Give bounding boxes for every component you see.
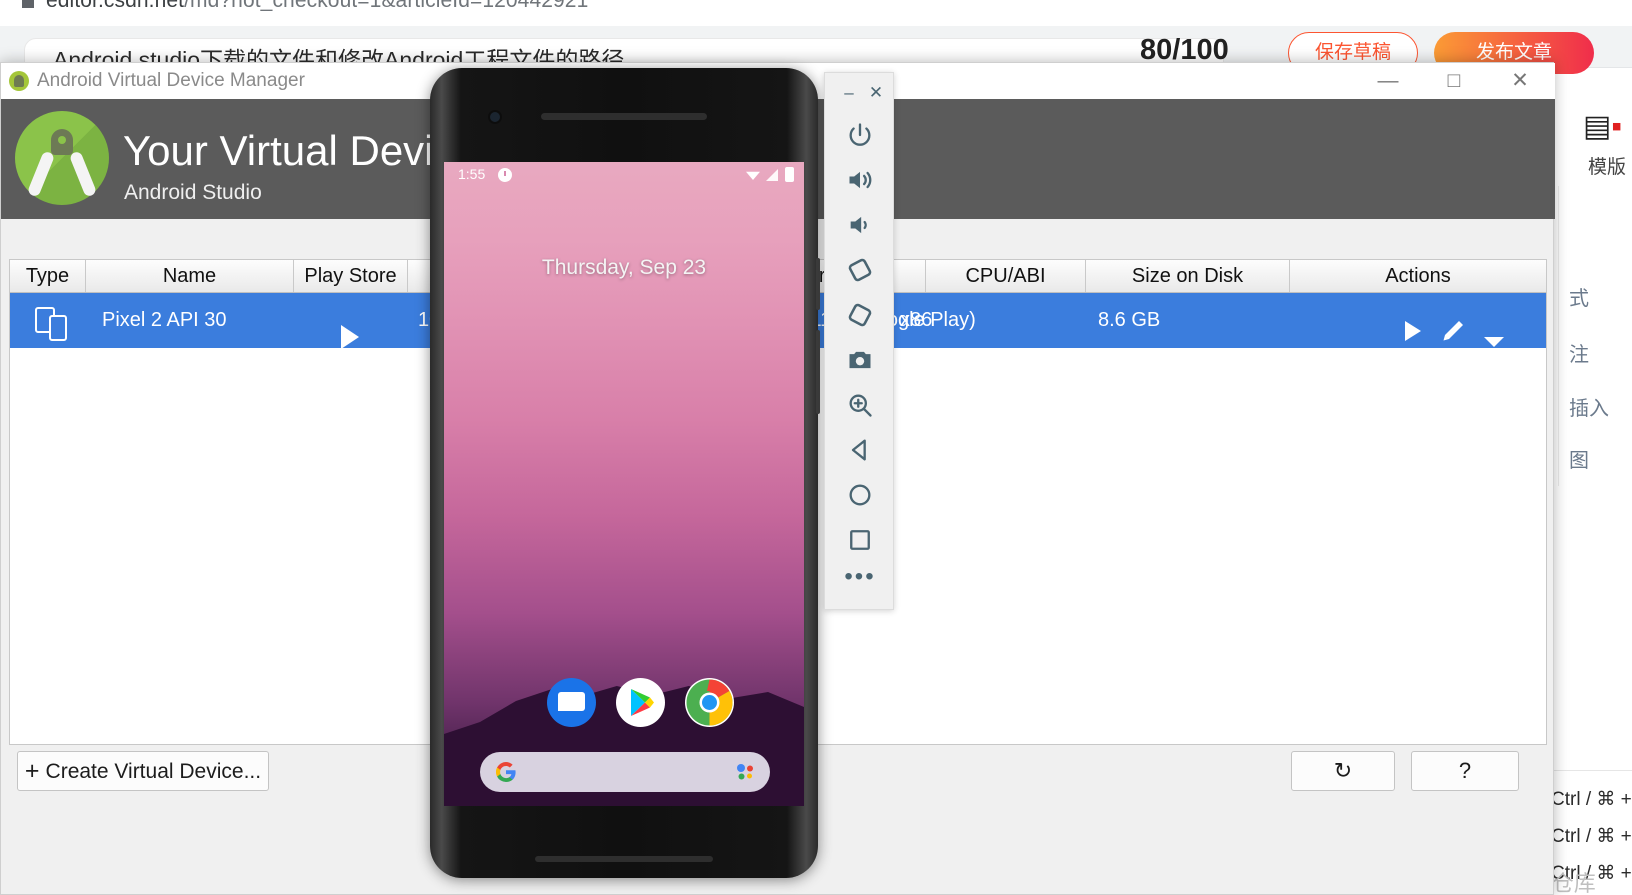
- rotate-left-button[interactable]: [835, 246, 885, 291]
- avd-window-title: Android Virtual Device Manager: [37, 70, 305, 91]
- play-store-icon: [294, 309, 408, 364]
- minimize-icon: —: [1377, 69, 1399, 92]
- volume-down-button[interactable]: [835, 201, 885, 246]
- screenshot-button[interactable]: [835, 336, 885, 381]
- rail-item-2[interactable]: 插入: [1569, 392, 1609, 421]
- plus-icon: +: [24, 757, 40, 785]
- cell-actions: [1290, 293, 1546, 348]
- power-button[interactable]: [835, 111, 885, 156]
- minimize-icon: –: [844, 83, 854, 102]
- cell-cpu-abi: x86: [900, 309, 933, 331]
- google-g-icon: [495, 762, 516, 782]
- front-camera-icon: [488, 110, 502, 124]
- edit-icon[interactable]: [1442, 309, 1464, 364]
- bottom-speaker: [535, 856, 713, 862]
- zoom-button[interactable]: [835, 381, 885, 426]
- window-close-button[interactable]: ✕: [1487, 63, 1553, 99]
- column-header-actions[interactable]: Actions: [1290, 260, 1546, 292]
- browser-url-text: editor.csdn.net/md?not_checkout=1&articl…: [46, 0, 588, 13]
- column-header-name[interactable]: Name: [86, 260, 294, 292]
- google-search-bar[interactable]: [480, 752, 770, 792]
- url-host: editor.csdn.net: [46, 0, 185, 12]
- emulator-screen[interactable]: 1:55 Thursday, Sep 23: [444, 162, 804, 806]
- screenshot-root: editor.csdn.net/md?not_checkout=1&articl…: [0, 0, 1632, 895]
- cell-name: Pixel 2 API 30: [102, 309, 227, 331]
- column-header-play-store[interactable]: Play Store: [294, 260, 408, 292]
- grid-icon[interactable]: ▤▪: [1583, 112, 1622, 142]
- cell-size-on-disk: 8.6 GB: [1098, 309, 1161, 331]
- page-favicon-icon: [22, 0, 34, 8]
- emulator-toolbar: – ✕ •••: [824, 72, 894, 610]
- close-icon: ✕: [1511, 69, 1529, 92]
- csdn-right-rail: 式 注 插入 图: [1558, 186, 1632, 486]
- create-virtual-device-button[interactable]: + Create Virtual Device...: [17, 751, 269, 791]
- chrome-icon[interactable]: [685, 678, 734, 727]
- url-path: /md?not_checkout=1&articleId=120442921: [184, 0, 589, 12]
- battery-icon: [785, 167, 794, 182]
- md-shortcut: Ctrl / ⌘ + Shi: [1551, 826, 1632, 847]
- android-status-bar: 1:55: [444, 162, 804, 188]
- cell-play-store: [294, 293, 408, 349]
- refresh-button[interactable]: ↻: [1291, 751, 1395, 791]
- volume-up-button[interactable]: [835, 156, 885, 201]
- window-minimize-button[interactable]: —: [1355, 63, 1421, 99]
- column-header-type[interactable]: Type: [10, 260, 86, 292]
- close-icon: ✕: [868, 83, 884, 102]
- android-studio-logo-icon: [15, 111, 109, 205]
- power-button-physical[interactable]: [816, 258, 820, 310]
- md-shortcut: Ctrl / ⌘ + Shi: [1551, 789, 1632, 810]
- android-emulator-device[interactable]: 1:55 Thursday, Sep 23: [430, 68, 820, 878]
- back-button[interactable]: [835, 426, 885, 471]
- signal-icon: [766, 169, 778, 181]
- help-icon: ?: [1458, 758, 1472, 783]
- android-studio-icon: [9, 71, 29, 91]
- more-options-button[interactable]: •••: [825, 565, 895, 589]
- refresh-icon: ↻: [1333, 758, 1353, 783]
- volume-button-physical[interactable]: [816, 330, 820, 414]
- alarm-icon: [498, 168, 512, 182]
- rail-item-1[interactable]: 注: [1569, 338, 1589, 367]
- rail-item-0[interactable]: 式: [1569, 282, 1589, 311]
- create-button-label: Create Virtual Device...: [45, 760, 262, 783]
- assistant-icon[interactable]: [736, 764, 754, 780]
- home-screen-dock: [444, 678, 804, 734]
- window-maximize-button[interactable]: □: [1421, 63, 1487, 99]
- rotate-right-button[interactable]: [835, 291, 885, 336]
- browser-url-bar[interactable]: editor.csdn.net/md?not_checkout=1&articl…: [0, 0, 1632, 26]
- overview-button[interactable]: [835, 516, 885, 561]
- help-button[interactable]: ?: [1411, 751, 1519, 791]
- column-header-size-on-disk[interactable]: Size on Disk: [1086, 260, 1290, 292]
- home-button[interactable]: [835, 471, 885, 516]
- devices-icon: [35, 307, 67, 341]
- csdn-template-label: 模版: [1587, 157, 1626, 178]
- play-store-icon[interactable]: [616, 678, 665, 727]
- run-icon[interactable]: [1403, 309, 1423, 364]
- page-subtitle: Android Studio: [124, 181, 262, 204]
- dropdown-icon[interactable]: [1483, 315, 1505, 370]
- wifi-icon: [746, 171, 760, 180]
- home-screen-date: Thursday, Sep 23: [541, 256, 707, 279]
- emulator-minimize-button[interactable]: –: [837, 81, 861, 105]
- cell-type: [10, 293, 86, 348]
- column-header-cpu-abi[interactable]: CPU/ABI: [926, 260, 1086, 292]
- emulator-close-button[interactable]: ✕: [864, 81, 888, 105]
- maximize-icon: □: [1447, 69, 1461, 92]
- messages-icon[interactable]: [547, 678, 596, 727]
- status-clock: 1:55: [458, 166, 486, 182]
- rail-item-3[interactable]: 图: [1569, 444, 1589, 473]
- earpiece-speaker: [541, 113, 707, 120]
